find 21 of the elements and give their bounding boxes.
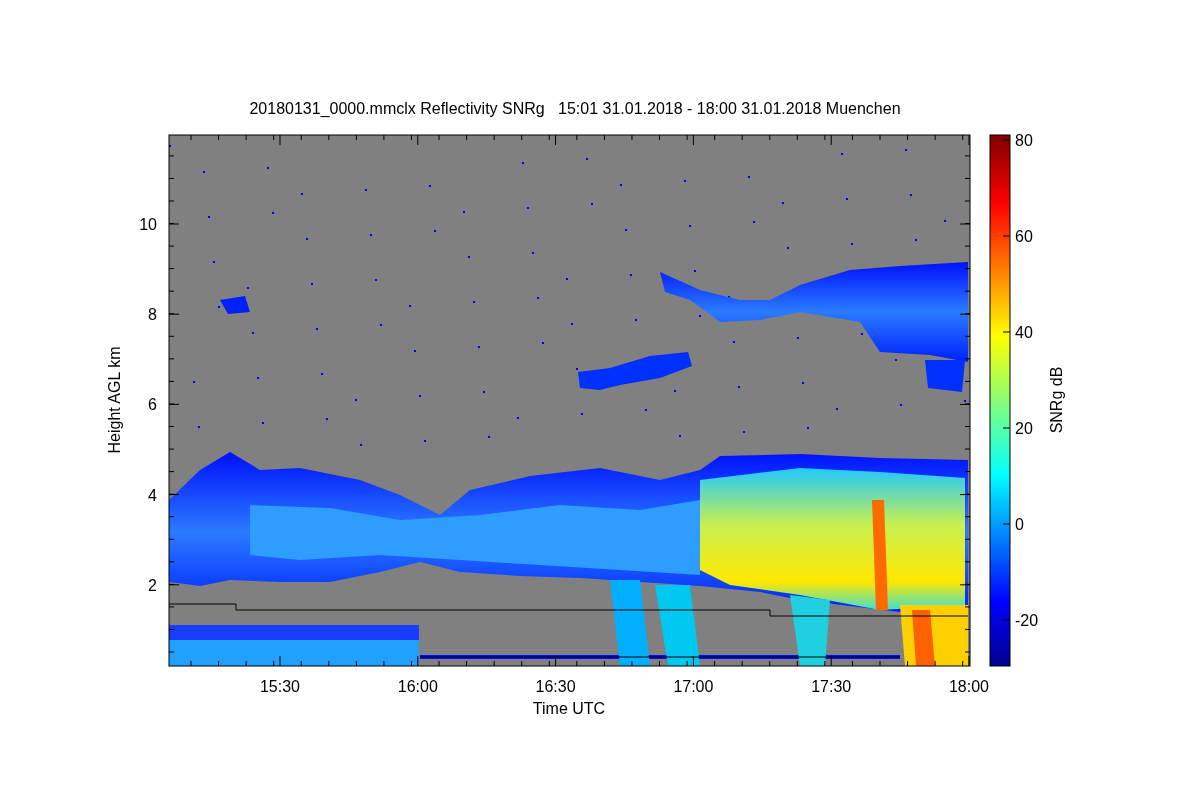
x-tick-label: 16:00 <box>397 678 438 695</box>
colorbar-tick-label: 80 <box>1015 132 1033 149</box>
colorbar-tick-label: 20 <box>1015 420 1033 437</box>
colorbar-tick-label: 40 <box>1015 324 1033 341</box>
y-tick-label: 8 <box>148 306 157 324</box>
colorbar-label: SNRg dB <box>1048 366 1065 434</box>
x-tick-label: 17:30 <box>811 678 852 695</box>
colorbar-tick-label: 0 <box>1015 516 1024 533</box>
y-tick-label: 4 <box>148 486 157 504</box>
x-axis-label: Time UTC <box>532 700 606 717</box>
x-tick-label: 18:00 <box>949 678 989 695</box>
y-axis-label: Height AGL km <box>106 346 123 454</box>
colorbar-tick-label: 60 <box>1015 228 1033 245</box>
chart-title: 20180131_0000.mmclx Reflectivity SNRg 15:01 31.01.2018 - 18:00 31.01.2018 Muenchen <box>249 100 901 117</box>
x-tick-label: 15:30 <box>260 678 300 695</box>
y-tick-label: 2 <box>148 576 157 594</box>
y-tick-label: 10 <box>139 216 157 233</box>
x-tick-label: 17:00 <box>673 678 714 695</box>
y-tick-label: 6 <box>148 396 157 414</box>
colorbar-tick-label: -20 <box>1015 612 1039 629</box>
x-tick-label: 16:30 <box>535 678 576 695</box>
